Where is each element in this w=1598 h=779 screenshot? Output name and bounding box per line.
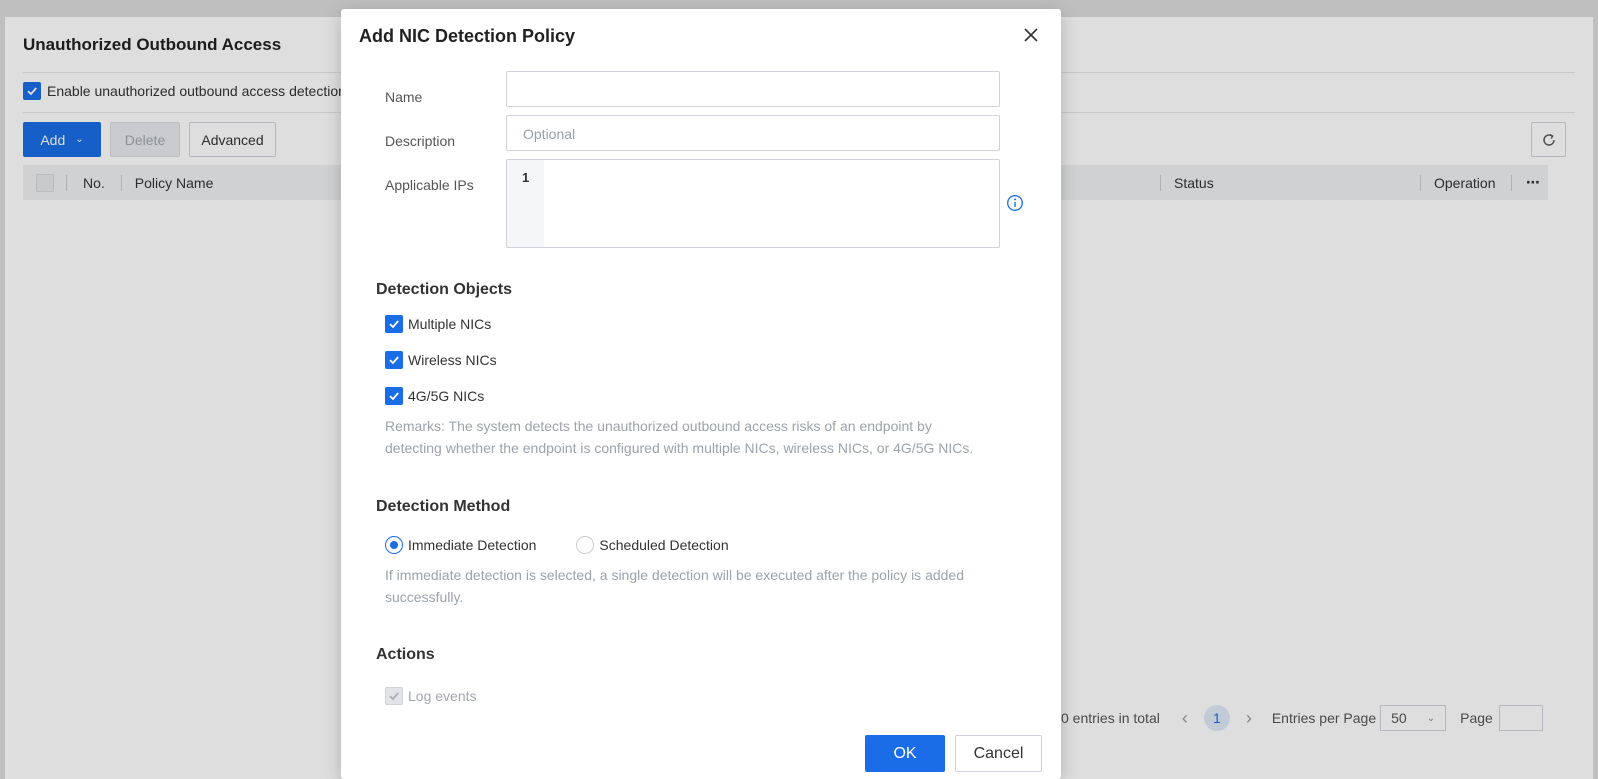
- applicable-ips-editor[interactable]: 1: [506, 159, 1000, 248]
- dialog-title: Add NIC Detection Policy: [359, 26, 576, 46]
- immediate-detection-label: Immediate Detection: [408, 537, 537, 553]
- checkbox-checked-icon: [385, 315, 403, 333]
- multiple-nics-label: Multiple NICs: [408, 316, 492, 332]
- name-label: Name: [385, 89, 423, 105]
- cellular-nics-label: 4G/5G NICs: [408, 388, 485, 404]
- detection-method-title: Detection Method: [376, 498, 511, 515]
- wireless-nics-label: Wireless NICs: [408, 352, 497, 368]
- description-label: Description: [385, 133, 456, 149]
- name-input[interactable]: [506, 71, 1000, 107]
- scheduled-detection-label: Scheduled Detection: [599, 537, 729, 553]
- detection-objects-title: Detection Objects: [376, 281, 513, 298]
- checkbox-checked-icon: [385, 387, 403, 405]
- add-policy-dialog: Add NIC Detection Policy Name Descriptio…: [341, 9, 1061, 779]
- scheduled-detection-radio[interactable]: [576, 536, 595, 554]
- multiple-nics-checkbox[interactable]: Multiple NICs: [385, 315, 491, 333]
- actions-title: Actions: [376, 646, 435, 663]
- line-number: 1: [522, 170, 530, 185]
- cancel-button[interactable]: Cancel: [955, 735, 1042, 772]
- description-placeholder: Optional: [523, 126, 576, 142]
- wireless-nics-checkbox[interactable]: Wireless NICs: [385, 351, 497, 369]
- log-events-checkbox[interactable]: Log events: [385, 687, 477, 705]
- detection-method-group: Immediate Detection Scheduled Detection: [385, 536, 729, 554]
- applicable-ips-label: Applicable IPs: [385, 177, 474, 193]
- info-icon[interactable]: [1006, 194, 1024, 212]
- ok-button[interactable]: OK: [865, 735, 945, 772]
- cellular-nics-checkbox[interactable]: 4G/5G NICs: [385, 387, 484, 405]
- immediate-detection-radio[interactable]: [385, 536, 403, 554]
- detection-objects-remarks: Remarks: The system detects the unauthor…: [385, 418, 974, 456]
- checkbox-disabled-icon: [385, 687, 403, 705]
- detection-method-hint: If immediate detection is selected, a si…: [385, 567, 964, 605]
- checkbox-checked-icon: [385, 351, 403, 369]
- description-input[interactable]: Optional: [506, 115, 1000, 151]
- close-icon[interactable]: [1021, 25, 1041, 45]
- line-number-gutter: 1: [507, 160, 544, 247]
- log-events-label: Log events: [408, 688, 477, 704]
